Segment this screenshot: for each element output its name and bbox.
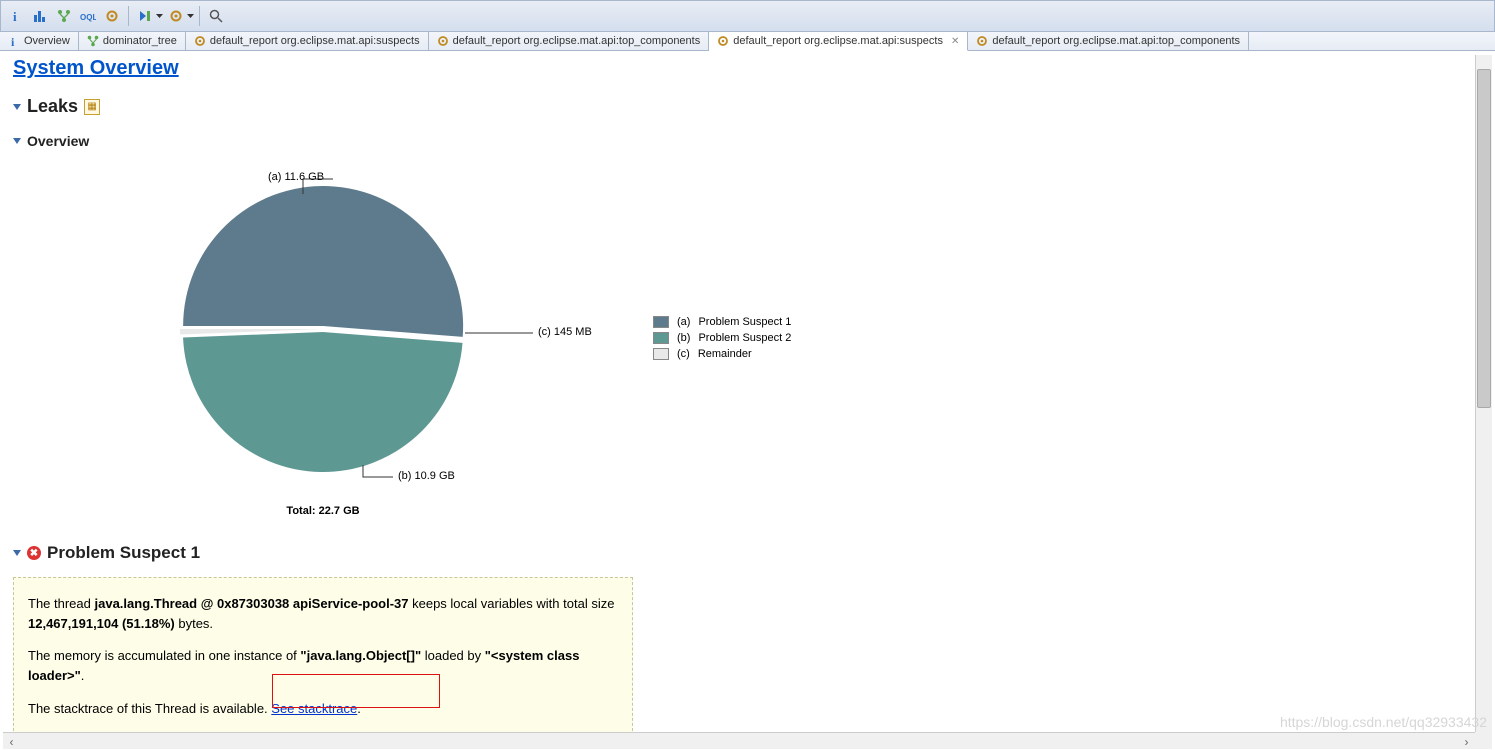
tab-0[interactable]: i Overview <box>0 32 79 50</box>
toolbar-separator-2 <box>199 6 200 26</box>
search-button[interactable] <box>205 5 227 27</box>
gear2-menu[interactable] <box>187 5 194 27</box>
svg-text:OQL: OQL <box>80 13 96 22</box>
see-stacktrace-link[interactable]: See stacktrace <box>271 701 357 716</box>
tab-2[interactable]: default_report org.eclipse.mat.api:suspe… <box>186 32 429 50</box>
svg-text:i: i <box>13 9 17 23</box>
histogram-button[interactable] <box>29 5 51 27</box>
twisty-icon[interactable] <box>13 138 21 144</box>
thread-name: java.lang.Thread @ 0x87303038 apiService… <box>95 596 409 611</box>
content-area: System Overview Leaks ▦ Overview (a) 11.… <box>3 55 1475 732</box>
tab-1[interactable]: dominator_tree <box>79 32 186 50</box>
tab-label: default_report org.eclipse.mat.api:suspe… <box>210 35 420 47</box>
tab-4[interactable]: default_report org.eclipse.mat.api:suspe… <box>709 32 968 51</box>
oql-button[interactable]: OQL <box>77 5 99 27</box>
pie-slice-a <box>183 186 463 337</box>
twisty-icon[interactable] <box>13 104 21 110</box>
legend-swatch <box>653 332 669 344</box>
overview-heading: Overview <box>27 133 89 149</box>
tab-bar: i Overview dominator_tree default_report or… <box>0 32 1495 51</box>
total-label: Total: 22.7 GB <box>103 505 543 517</box>
gear2-button[interactable] <box>165 5 187 27</box>
run-query-button[interactable] <box>134 5 156 27</box>
callout-c: (c) 145 MB <box>538 326 592 338</box>
pie-chart: (a) 11.6 GB (b) 10.9 GB (c) 145 MB <box>103 159 543 499</box>
toolbar-separator <box>128 6 129 26</box>
callout-b: (b) 10.9 GB <box>398 470 455 482</box>
scrollbar-corner <box>1475 732 1492 749</box>
pie-slice-b <box>183 332 462 472</box>
twisty-icon[interactable] <box>13 550 21 556</box>
legend: (a) Problem Suspect 1 (b) Problem Suspect 2… <box>653 312 791 364</box>
tab-label: default_report org.eclipse.mat.api:suspe… <box>733 35 943 47</box>
legend-swatch <box>653 316 669 328</box>
legend-row: (a) Problem Suspect 1 <box>653 316 791 328</box>
suspect-p1: The thread java.lang.Thread @ 0x87303038… <box>28 594 618 634</box>
dominator-tree-button[interactable] <box>53 5 75 27</box>
tab-label: default_report org.eclipse.mat.api:top_c… <box>992 35 1240 47</box>
svg-text:i: i <box>11 35 15 47</box>
tab-label: default_report org.eclipse.mat.api:top_c… <box>453 35 701 47</box>
legend-label: Problem Suspect 1 <box>698 316 791 328</box>
error-icon: ✖ <box>27 546 41 560</box>
tab-label: dominator_tree <box>103 35 177 47</box>
scroll-right-arrow[interactable]: › <box>1458 734 1475 749</box>
run-query-menu[interactable] <box>156 5 163 27</box>
legend-letter: (c) <box>677 348 690 360</box>
suspect-p2: The memory is accumulated in one instanc… <box>28 646 618 686</box>
page-title[interactable]: System Overview <box>13 57 1465 80</box>
suspect-p3: The stacktrace of this Thread is availab… <box>28 699 618 719</box>
leaks-heading: Leaks <box>27 96 78 117</box>
suspect-heading: Problem Suspect 1 <box>47 543 200 563</box>
close-icon[interactable]: ✕ <box>951 36 959 47</box>
horizontal-scrollbar[interactable]: ‹ › <box>3 732 1475 749</box>
gear-button[interactable] <box>101 5 123 27</box>
legend-letter: (a) <box>677 316 690 328</box>
info-button[interactable]: i <box>5 5 27 27</box>
report-icon[interactable]: ▦ <box>84 99 100 115</box>
problem-suspect-box: The thread java.lang.Thread @ 0x87303038… <box>13 577 633 732</box>
tab-label: Overview <box>24 35 70 47</box>
scrollbar-thumb[interactable] <box>1477 69 1491 408</box>
scroll-left-arrow[interactable]: ‹ <box>3 734 20 749</box>
legend-label: Problem Suspect 2 <box>698 332 791 344</box>
retained-size: 12,467,191,104 (51.18%) <box>28 616 175 631</box>
legend-row: (b) Problem Suspect 2 <box>653 332 791 344</box>
class-name: "java.lang.Object[]" <box>300 648 421 663</box>
callout-a: (a) 11.6 GB <box>268 171 324 183</box>
legend-swatch <box>653 348 669 360</box>
legend-row: (c) Remainder <box>653 348 791 360</box>
vertical-scrollbar[interactable] <box>1475 55 1492 732</box>
legend-label: Remainder <box>698 348 752 360</box>
tab-5[interactable]: default_report org.eclipse.mat.api:top_c… <box>968 32 1249 50</box>
legend-letter: (b) <box>677 332 690 344</box>
toolbar: i OQL <box>0 0 1495 32</box>
tab-3[interactable]: default_report org.eclipse.mat.api:top_c… <box>429 32 710 50</box>
